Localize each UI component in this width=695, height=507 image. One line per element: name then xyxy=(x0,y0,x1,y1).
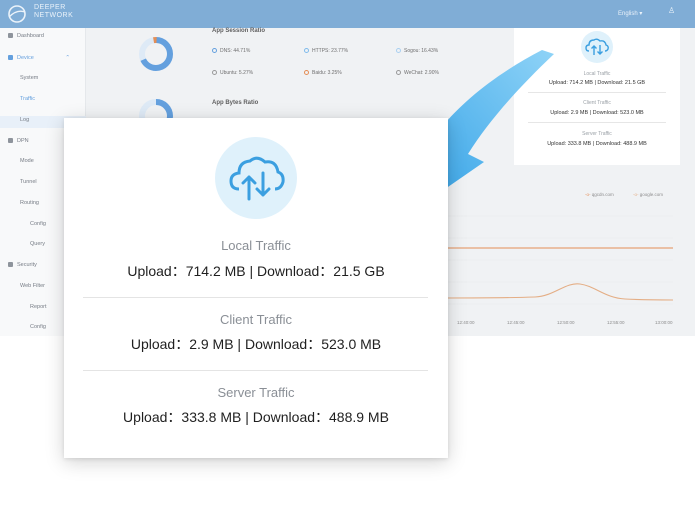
traffic-cloud-icon xyxy=(581,31,613,63)
deeper-logo-icon xyxy=(8,5,26,23)
brand-line-1: DEEPER xyxy=(34,4,66,11)
chart-legend-label: qgcdn.com xyxy=(591,192,614,197)
x-tick-label: 13:00:00 xyxy=(655,320,673,325)
x-tick-label: 12:50:00 xyxy=(557,320,575,325)
legend-label: DNS: 44.71% xyxy=(220,48,251,54)
sidebar-item-routing[interactable]: Routing xyxy=(20,200,39,206)
language-label: English xyxy=(618,11,638,17)
server-traffic-label: Server Traffic xyxy=(217,385,295,400)
client-traffic-label: Client Traffic xyxy=(219,312,292,327)
sidebar-item-label: Web Filter xyxy=(20,283,45,289)
sidebar-item-label: Query xyxy=(30,241,45,247)
brand-line-2: NETWORK xyxy=(34,12,74,19)
sidebar-item-traffic[interactable]: Traffic xyxy=(20,96,35,102)
sidebar-item-label: Tunnel xyxy=(20,179,37,185)
legend-item: HTTPS: 23.77% xyxy=(304,48,348,54)
local-traffic-value: Upload：714.2 MB | Download：21.5 GB xyxy=(127,263,385,279)
chart-legend-item: -o- qgcdn.com xyxy=(585,192,614,197)
screenshot-stage: DEEPER NETWORK English ▾ ♙ Dashboard Dev… xyxy=(0,0,695,507)
divider xyxy=(83,297,428,298)
traffic-cloud-icon xyxy=(215,137,297,219)
chart-legend-label: google.com xyxy=(639,192,664,197)
legend-dot xyxy=(212,70,217,76)
sidebar-item-tunnel[interactable]: Tunnel xyxy=(20,179,37,185)
legend-item: Baidu: 3.25% xyxy=(304,70,342,76)
sidebar-item-query[interactable]: Query xyxy=(30,241,45,247)
sidebar-item-label: Mode xyxy=(20,158,34,164)
legend-item: Ubuntu: 5.27% xyxy=(212,70,253,76)
divider xyxy=(83,370,428,371)
dpn-icon xyxy=(8,138,13,144)
sidebar-item-config[interactable]: Config xyxy=(30,221,46,227)
sidebar-item-label: Config xyxy=(30,221,46,227)
user-icon[interactable]: ♙ xyxy=(668,6,675,15)
x-tick-label: 12:45:00 xyxy=(507,320,525,325)
sidebar-item-dashboard[interactable]: Dashboard xyxy=(8,33,44,39)
traffic-summary-card: Local Traffic Upload：714.2 MB | Download… xyxy=(64,118,448,458)
session-ratio-title: App Session Ratio xyxy=(212,28,266,34)
local-traffic-label: Local Traffic xyxy=(221,238,291,253)
sidebar-item-label: DPN xyxy=(17,138,29,144)
sidebar-item-log[interactable]: Log xyxy=(20,117,29,123)
home-icon xyxy=(8,33,13,39)
sidebar-item-label: Routing xyxy=(20,200,39,206)
legend-label: Baidu: 3.25% xyxy=(312,70,342,76)
client-traffic-value: Upload：2.9 MB | Download：523.0 MB xyxy=(130,336,382,352)
sidebar-item-mode[interactable]: Mode xyxy=(20,158,34,164)
sidebar-item-label: System xyxy=(20,75,39,81)
legend-line-icon: -o- xyxy=(585,192,591,197)
sidebar-item-device[interactable]: Device ⌃ xyxy=(8,55,70,61)
session-ratio-donut xyxy=(139,37,173,71)
x-tick-label: 12:40:00 xyxy=(457,320,475,325)
sidebar-item-system[interactable]: System xyxy=(20,75,38,81)
lock-icon xyxy=(8,262,13,268)
sidebar-item-label: Config xyxy=(30,324,46,330)
sidebar-item-label: Log xyxy=(20,117,30,123)
top-bar: DEEPER NETWORK English ▾ ♙ xyxy=(0,0,695,28)
chart-legend-item: -o- google.com xyxy=(633,192,663,197)
chevron-up-icon: ⌃ xyxy=(65,55,70,61)
device-icon xyxy=(8,55,13,61)
sidebar-item-label: Device xyxy=(17,55,34,61)
sidebar-item-label: Security xyxy=(17,262,37,268)
x-tick-label: 12:55:00 xyxy=(607,320,625,325)
legend-label: Ubuntu: 5.27% xyxy=(220,70,254,76)
bytes-ratio-title: App Bytes Ratio xyxy=(212,100,259,106)
sidebar-item-label: Report xyxy=(30,304,47,310)
legend-dot xyxy=(304,70,309,76)
language-select[interactable]: English ▾ xyxy=(618,10,642,17)
sidebar-item-label: Traffic xyxy=(20,96,35,102)
sidebar-item-label: Dashboard xyxy=(17,33,44,39)
legend-item: DNS: 44.71% xyxy=(212,48,250,54)
legend-dot xyxy=(304,48,309,54)
server-traffic-value: Upload：333.8 MB | Download：488.9 MB xyxy=(123,409,389,425)
series-line-google xyxy=(445,283,674,301)
brand-name: DEEPER NETWORK xyxy=(34,4,73,20)
sidebar-item-web-filter[interactable]: Web Filter xyxy=(20,283,45,289)
sidebar-item-security[interactable]: Security xyxy=(8,262,37,268)
legend-dot xyxy=(212,48,217,54)
sidebar-item-report[interactable]: Report xyxy=(30,304,47,310)
sidebar-item-config-2[interactable]: Config xyxy=(30,324,46,330)
sidebar-item-dpn[interactable]: DPN xyxy=(8,138,29,144)
legend-line-icon: -o- xyxy=(633,192,639,197)
legend-label: HTTPS: 23.77% xyxy=(312,48,349,54)
